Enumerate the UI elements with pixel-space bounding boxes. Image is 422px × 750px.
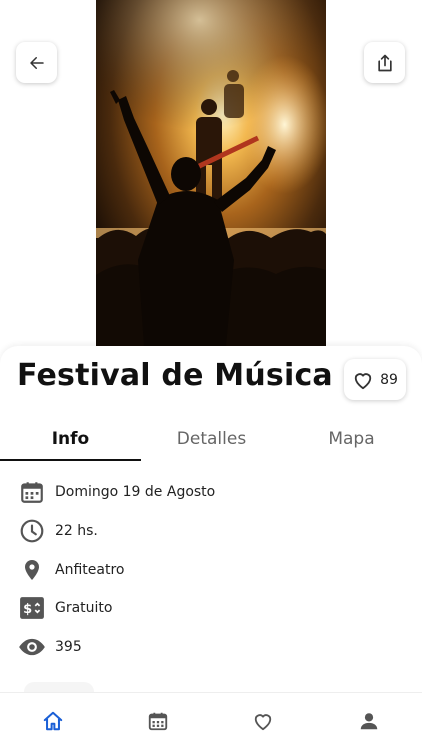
clock-icon	[18, 517, 46, 545]
event-time: 22 hs.	[55, 523, 98, 539]
tab-info[interactable]: Info	[0, 418, 141, 460]
price-tag-icon: $	[18, 594, 46, 622]
person-icon	[360, 713, 378, 730]
share-icon	[377, 54, 392, 71]
back-button[interactable]	[16, 42, 57, 83]
info-row-time: 22 hs.	[18, 516, 398, 546]
info-row-location: Anfiteatro	[18, 555, 398, 585]
tab-bar: Info Detalles Mapa	[0, 418, 422, 462]
nav-calendar[interactable]	[146, 709, 170, 733]
like-count: 89	[380, 371, 398, 388]
bottom-navigation	[0, 692, 422, 750]
calendar-icon	[148, 712, 168, 731]
info-row-views: 395	[18, 632, 398, 662]
tab-detalles[interactable]: Detalles	[141, 418, 282, 460]
tab-selected-indicator	[0, 459, 141, 461]
share-button[interactable]	[364, 42, 405, 83]
arrow-left-icon	[29, 56, 44, 69]
event-price: Gratuito	[55, 600, 113, 616]
location-pin-icon	[18, 556, 46, 584]
nav-favorites[interactable]	[251, 709, 275, 733]
heart-icon	[254, 714, 272, 731]
heart-outline-icon	[354, 372, 372, 389]
svg-text:$: $	[23, 602, 32, 617]
info-row-price: $ Gratuito	[18, 593, 398, 623]
event-title: Festival de Música	[17, 358, 333, 393]
event-location: Anfiteatro	[55, 562, 125, 578]
nav-profile[interactable]	[357, 709, 381, 733]
nav-home[interactable]	[41, 709, 65, 733]
calendar-icon	[18, 478, 46, 506]
event-views: 395	[55, 639, 82, 655]
eye-icon	[18, 633, 46, 661]
info-row-date: Domingo 19 de Agosto	[18, 477, 398, 507]
event-hero-image	[96, 0, 326, 346]
tab-mapa[interactable]: Mapa	[281, 418, 422, 460]
like-button[interactable]: 89	[344, 359, 406, 400]
concert-photo	[96, 0, 326, 346]
home-icon	[43, 711, 63, 731]
event-date: Domingo 19 de Agosto	[55, 484, 216, 500]
